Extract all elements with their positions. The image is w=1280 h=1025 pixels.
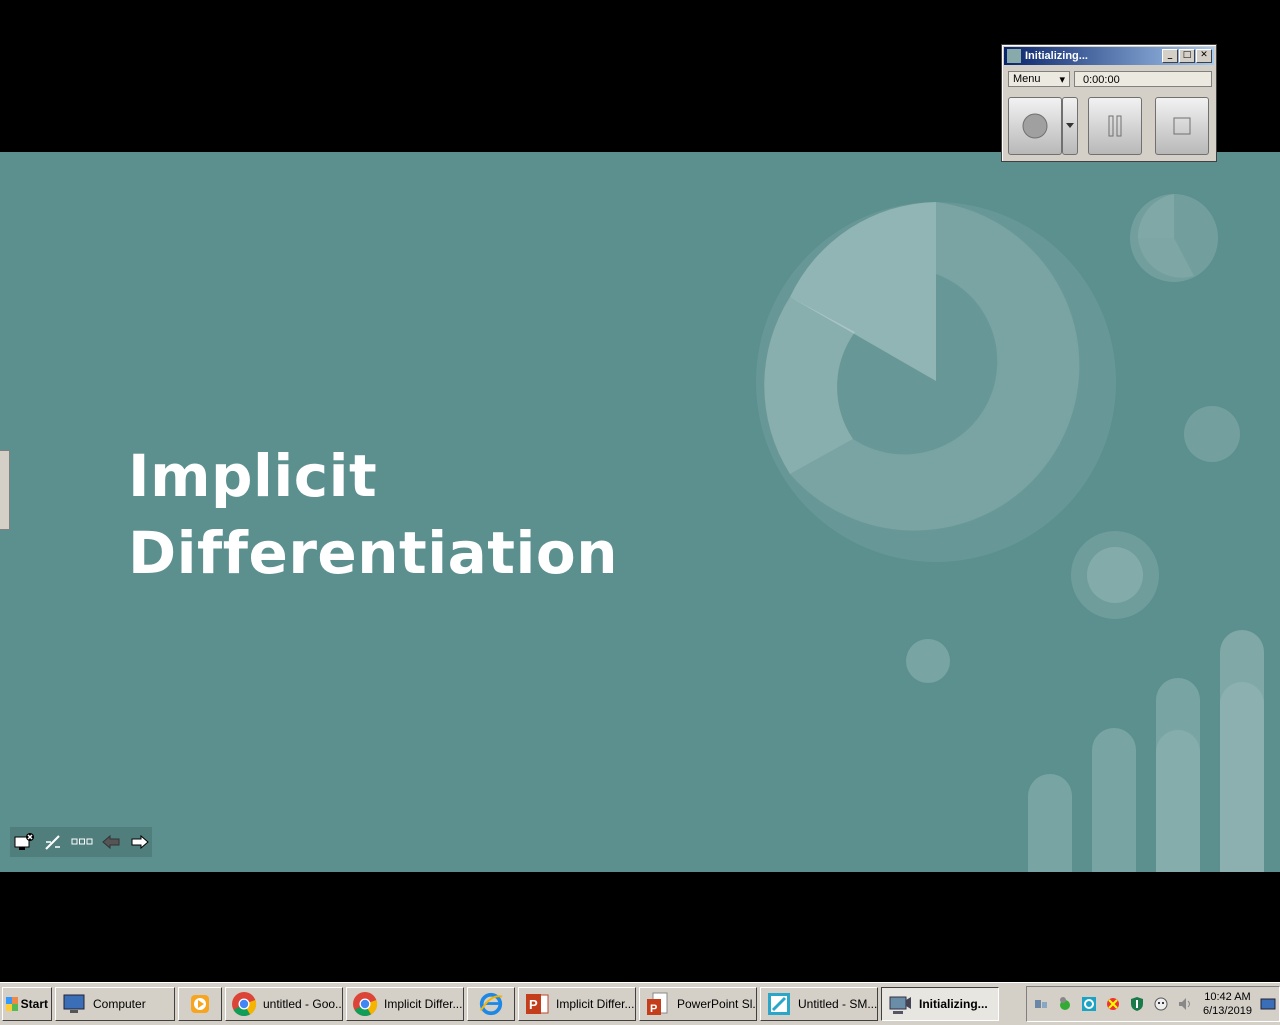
recorder-title: Initializing... <box>1025 50 1088 62</box>
svg-text:P: P <box>529 997 538 1012</box>
screen-close-icon[interactable] <box>12 830 35 854</box>
security-icon[interactable] <box>1057 996 1073 1012</box>
dropdown-arrow-icon <box>1066 123 1074 128</box>
recorder-icon <box>887 991 913 1017</box>
record-button[interactable] <box>1008 97 1062 155</box>
taskbar-item-recorder[interactable]: Initializing... <box>881 987 999 1021</box>
taskbar-item-smart-notebook[interactable]: Untitled - SM... <box>760 987 878 1021</box>
computer-icon <box>61 991 87 1017</box>
recorder-controls-row: Menu ▾ 0:00:00 <box>1008 71 1212 89</box>
close-icon[interactable]: ✕ <box>1196 49 1212 63</box>
pause-icon <box>1108 115 1122 137</box>
recorder-window: Initializing... _ □ ✕ Menu ▾ 0:00:00 <box>1001 44 1217 162</box>
internet-explorer-icon <box>478 991 504 1017</box>
volume-icon[interactable] <box>1177 996 1193 1012</box>
taskbar-item-label: Initializing... <box>919 997 988 1011</box>
next-slide-icon[interactable] <box>129 830 152 854</box>
slideshow-toolbar <box>10 827 152 857</box>
taskbar-item-media-player[interactable] <box>178 987 222 1021</box>
taskbar-item-label: Implicit Differ... <box>384 997 463 1011</box>
powerpoint-icon: P <box>524 991 550 1017</box>
powerpoint-slideshow-icon: P <box>645 991 671 1017</box>
svg-text:P: P <box>650 1003 657 1015</box>
network-icon[interactable] <box>1033 996 1049 1012</box>
stop-button[interactable] <box>1155 97 1209 155</box>
clock-time: 10:42 AM <box>1204 991 1251 1003</box>
shield-icon[interactable] <box>1129 996 1145 1012</box>
taskbar-item-chrome-untitled[interactable]: untitled - Goo... <box>225 987 343 1021</box>
clock-date: 6/13/2019 <box>1203 1005 1252 1017</box>
chevron-down-icon: ▾ <box>1059 73 1065 86</box>
recorder-app-icon <box>1007 49 1021 63</box>
sync-icon[interactable] <box>1081 996 1097 1012</box>
previous-slide-icon[interactable] <box>100 830 123 854</box>
recording-timer: 0:00:00 <box>1074 71 1212 87</box>
taskbar: Start Computer untitled - Goo... Implici… <box>0 982 1280 1025</box>
stop-icon <box>1173 117 1191 135</box>
minimize-icon[interactable]: _ <box>1162 49 1178 63</box>
maximize-icon[interactable]: □ <box>1179 49 1195 63</box>
slide-menu-icon[interactable] <box>70 830 93 854</box>
record-options-button[interactable] <box>1062 97 1078 155</box>
taskbar-item-label: PowerPoint Sl... <box>677 997 757 1011</box>
taskbar-item-label: Computer <box>93 997 146 1011</box>
start-button[interactable]: Start <box>2 987 52 1021</box>
alert-icon[interactable] <box>1105 996 1121 1012</box>
taskbar-item-chrome-implicit[interactable]: Implicit Differ... <box>346 987 464 1021</box>
slide: Implicit Differentiation <box>0 152 1280 872</box>
chrome-icon <box>352 991 378 1017</box>
slide-title: Implicit Differentiation <box>128 438 618 592</box>
menu-label: Menu <box>1013 73 1041 85</box>
start-label: Start <box>20 997 48 1011</box>
system-tray: 10:42 AM 6/13/2019 <box>1026 986 1280 1022</box>
slide-title-line2: Differentiation <box>128 519 619 587</box>
show-desktop-icon[interactable] <box>1260 996 1276 1012</box>
windows-logo-icon <box>6 997 18 1011</box>
record-icon <box>1022 113 1048 139</box>
taskbar-item-computer[interactable]: Computer <box>55 987 175 1021</box>
pause-button[interactable] <box>1088 97 1142 155</box>
media-player-icon <box>187 991 213 1017</box>
side-panel-handle[interactable] <box>0 450 10 530</box>
menu-dropdown[interactable]: Menu ▾ <box>1008 71 1070 87</box>
taskbar-item-label: Implicit Differ... <box>556 997 635 1011</box>
user-face-icon[interactable] <box>1153 996 1169 1012</box>
taskbar-item-label: untitled - Goo... <box>263 997 343 1011</box>
notebook-icon <box>766 991 792 1017</box>
pen-icon[interactable] <box>41 830 64 854</box>
clock[interactable]: 10:42 AM 6/13/2019 <box>1203 990 1252 1018</box>
taskbar-item-powerpoint-slideshow[interactable]: P PowerPoint Sl... <box>639 987 757 1021</box>
taskbar-item-powerpoint-implicit[interactable]: P Implicit Differ... <box>518 987 636 1021</box>
taskbar-item-label: Untitled - SM... <box>798 997 878 1011</box>
slide-title-line1: Implicit <box>128 442 378 510</box>
chrome-icon <box>231 991 257 1017</box>
taskbar-item-internet-explorer[interactable] <box>467 987 515 1021</box>
recorder-titlebar[interactable]: Initializing... _ □ ✕ <box>1004 47 1214 65</box>
